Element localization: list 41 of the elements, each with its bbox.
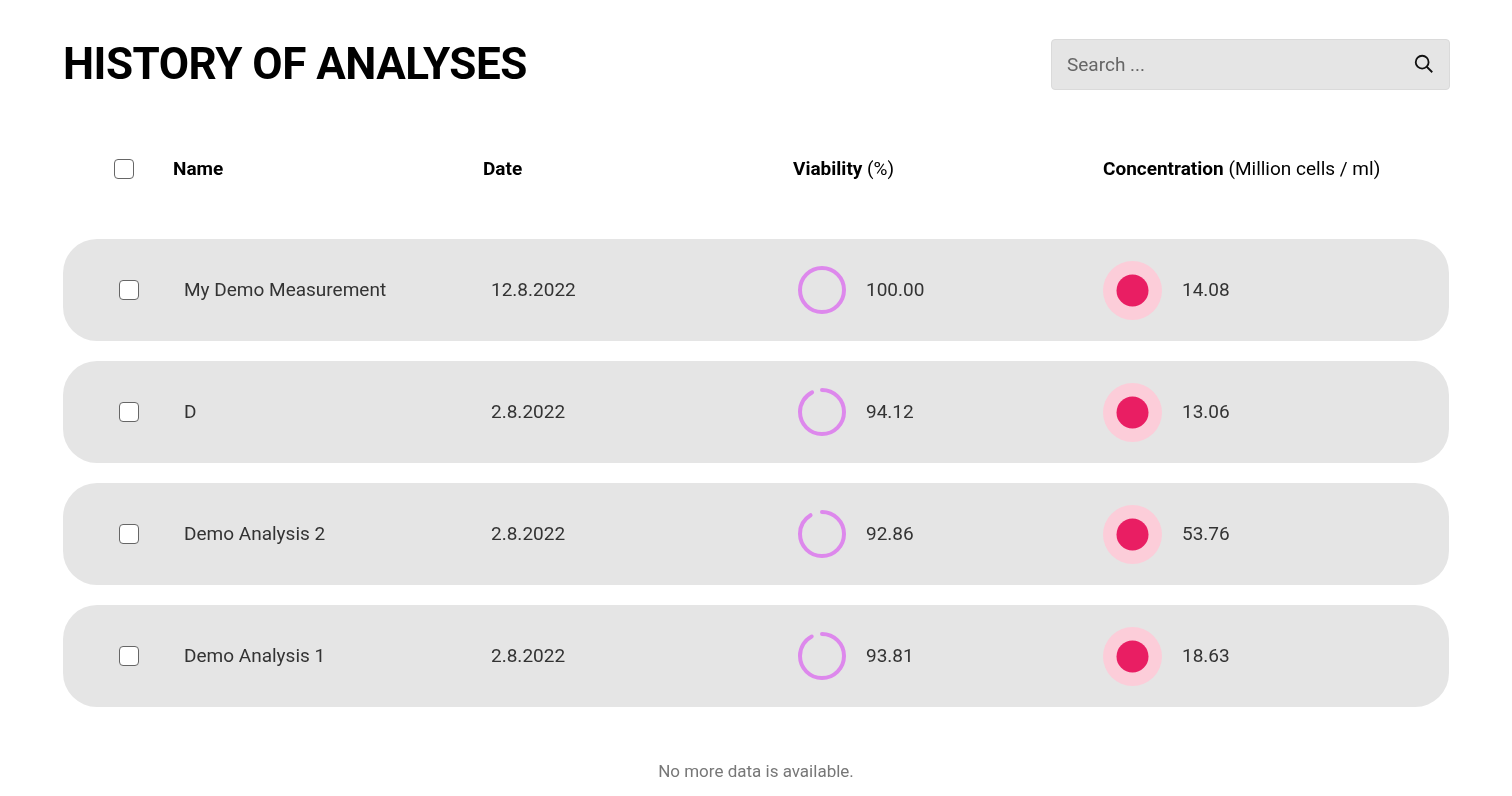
- table-cell: 2.8.2022: [491, 643, 566, 667]
- table-cell: My Demo Measurement: [184, 277, 387, 301]
- table-row[interactable]: Demo Analysis 1 2.8.2022 93.81 18.63: [63, 605, 1449, 707]
- table-cell-text: 94.12: [866, 398, 914, 425]
- concentration-dot-icon: [1103, 382, 1162, 442]
- table-row[interactable]: Demo Analysis 2 2.8.2022 92.86 53.76: [63, 483, 1449, 585]
- concentration-dot-icon: [1103, 260, 1162, 320]
- viability-ring-gauge: [796, 630, 848, 682]
- page-title: HISTORY OF ANALYSES: [63, 38, 527, 90]
- checkbox[interactable]: [119, 646, 139, 666]
- search-field[interactable]: Search ...: [1051, 38, 1450, 90]
- checkbox[interactable]: [119, 524, 139, 544]
- table-cell: 2.8.2022: [491, 521, 566, 545]
- concentration-dot-icon: [1103, 504, 1162, 564]
- table-cell-text: 100.00: [866, 276, 925, 303]
- search-icon[interactable]: [1413, 52, 1435, 75]
- table-cell: 12.8.2022: [491, 277, 576, 301]
- column-header: Name: [173, 156, 224, 180]
- table-cell: 2.8.2022: [491, 399, 566, 423]
- table-cell-text: 14.08: [1182, 276, 1230, 303]
- viability-ring-gauge: [796, 508, 848, 560]
- table-cell: Demo Analysis 2: [184, 521, 326, 545]
- status-message: No more data is available.: [658, 760, 854, 783]
- table-cell: D: [184, 399, 197, 423]
- checkbox[interactable]: [119, 280, 139, 300]
- table-cell: Demo Analysis 1: [184, 643, 326, 667]
- table-cell-text: 92.86: [866, 520, 914, 547]
- checkbox[interactable]: [114, 159, 134, 179]
- table-cell-text: 53.76: [1182, 520, 1230, 547]
- table-row[interactable]: D 2.8.2022 94.12 13.06: [63, 361, 1449, 463]
- table-cell-text: 93.81: [866, 642, 914, 669]
- column-header: Date: [483, 156, 523, 180]
- viability-ring-gauge: [796, 264, 848, 316]
- table-cell-text: 13.06: [1182, 398, 1230, 425]
- checkbox[interactable]: [119, 402, 139, 422]
- table-row[interactable]: My Demo Measurement 12.8.2022 100.00 14.08: [63, 239, 1449, 341]
- concentration-dot-icon: [1103, 626, 1162, 686]
- viability-ring-gauge: [796, 386, 848, 438]
- column-header: Viability (%): [793, 156, 895, 180]
- column-header: Concentration (Million cells / ml): [1103, 156, 1381, 180]
- table-cell-text: 18.63: [1182, 642, 1230, 669]
